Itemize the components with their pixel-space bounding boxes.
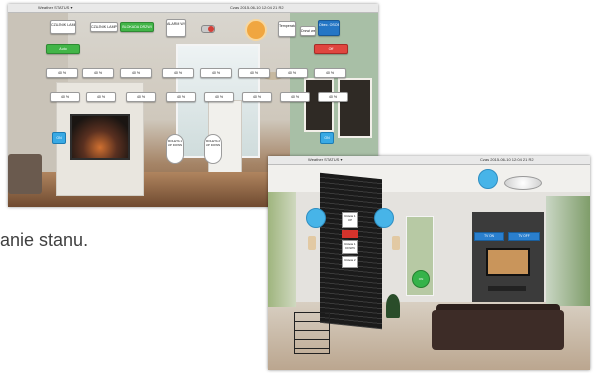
blind-1-control[interactable]: ROLETA 1 UP DOWN (166, 134, 184, 164)
wall-lamp-right (392, 236, 400, 250)
left-windows (268, 192, 296, 307)
blind-stop-indicator[interactable] (342, 230, 358, 238)
shelf (294, 312, 330, 354)
fireplace (70, 114, 130, 160)
auto-mode-button[interactable]: Auto (46, 44, 80, 54)
dimmer-row2-6[interactable]: 40 % (242, 92, 272, 102)
dimmer-row1-5[interactable]: 40 % (200, 68, 232, 78)
ceiling-light-control[interactable] (478, 169, 498, 189)
right-windows (546, 196, 590, 306)
dimmer-row1-3[interactable]: 40 % (120, 68, 152, 78)
dimmer-row1-2[interactable]: 40 % (82, 68, 114, 78)
dimmer-row2-8[interactable]: 40 % (318, 92, 348, 102)
ceiling-light (504, 176, 542, 190)
titlebar: Weather STATUS ▾ Czas 2015-06-10 12:04 2… (8, 4, 378, 13)
titlebar-left: Weather STATUS ▾ (38, 5, 73, 10)
dimmer-row2-5[interactable]: 40 % (204, 92, 234, 102)
dimmer-row2-2[interactable]: 40 % (86, 92, 116, 102)
sensor-lamp-salon-button[interactable]: CZUJNIK LAMPY salon (50, 20, 76, 34)
blind-2-control[interactable]: ROLETA 2 UP DOWN (204, 134, 222, 164)
alarm-button[interactable]: ALARM WYLACZ CZUJKI (166, 19, 186, 37)
dimmer-row1-1[interactable]: 40 % (46, 68, 78, 78)
plant-sensor-button[interactable]: ON (412, 270, 430, 288)
door-lock-button[interactable]: BLOKADA DRZWI (120, 22, 154, 32)
alarm-toggle[interactable] (201, 25, 215, 33)
dimmer-row1-4[interactable]: 40 % (162, 68, 194, 78)
titlebar-left: Weather STATUS ▾ (308, 157, 343, 162)
right-lamp-control[interactable] (374, 208, 394, 228)
right-on-button[interactable]: ON (320, 132, 334, 144)
titlebar: Weather STATUS ▾ Czas 2015-06-10 12:04 2… (268, 156, 590, 165)
tv-on-button[interactable]: TV ON (474, 232, 504, 241)
slide-caption: anie stanu. (0, 230, 89, 250)
dimmer-row1-8[interactable]: 40 % (314, 68, 346, 78)
titlebar-center: Czas 2015-06-10 12:04 21 R2 (230, 5, 284, 10)
painting-1 (304, 78, 334, 132)
fireplace-on-button[interactable]: ON (52, 132, 66, 144)
sofa (432, 310, 564, 350)
off-mode-button[interactable]: Off (314, 44, 348, 54)
sensor-lamp-button[interactable]: CZUJNIK LAMPY (90, 22, 118, 32)
dimmer-row2-4[interactable]: 40 % (166, 92, 196, 102)
dimmer-row2-7[interactable]: 40 % (280, 92, 310, 102)
front-door-button[interactable]: Drzwi wejsciowe (300, 26, 316, 36)
dimmer-row2-1[interactable]: 40 % (50, 92, 80, 102)
dimmer-row2-3[interactable]: 40 % (126, 92, 156, 102)
wall-lamp-left (308, 236, 316, 250)
painting-2 (338, 78, 372, 138)
blind-2-button[interactable]: Roleta 2 (342, 256, 358, 268)
dimmer-row1-6[interactable]: 40 % (238, 68, 270, 78)
titlebar-center: Czas 2015-06-10 12:04 21 R2 (480, 157, 534, 162)
tv-off-button[interactable]: TV OFF (508, 232, 540, 241)
presence-button[interactable]: Obec. OSOBA (318, 20, 340, 36)
blind-1-down-button[interactable]: Roleta 1 DOWN (342, 240, 358, 254)
temperature-button[interactable]: Temperatura salon 22C (278, 21, 296, 37)
dimmer-row1-7[interactable]: 40 % (276, 68, 308, 78)
light-status-icon[interactable] (245, 19, 267, 41)
chair (8, 154, 42, 194)
television (486, 248, 530, 276)
left-lamp-control[interactable] (306, 208, 326, 228)
screenshot-3d-room-view: Weather STATUS ▾ Czas 2015-06-10 12:04 2… (268, 156, 590, 370)
plant (386, 294, 400, 318)
tv-stand (488, 286, 526, 291)
blind-1-up-button[interactable]: Roleta 1 UP (342, 212, 358, 228)
ceiling (268, 164, 590, 194)
